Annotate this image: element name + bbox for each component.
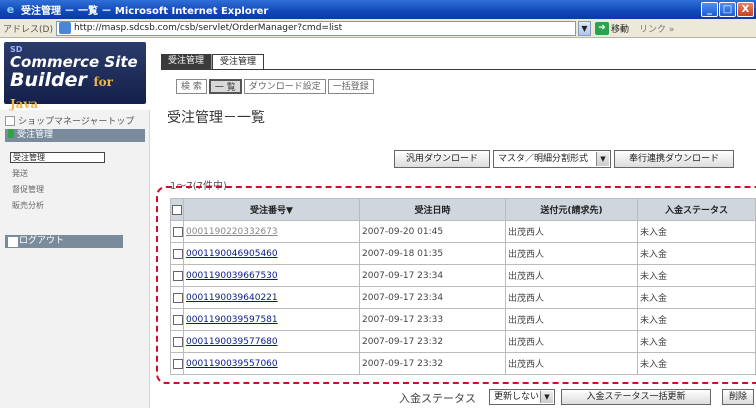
- go-arrow-icon: ➜: [594, 21, 609, 35]
- window-title: 受注管理 － 一覧 － Microsoft Internet Explorer: [21, 6, 269, 17]
- address-bar: アドレス(D) http://masp.sdcsb.com/csb/servle…: [0, 19, 756, 38]
- minimize-button[interactable]: _: [701, 2, 718, 17]
- delete-button[interactable]: 削除: [722, 389, 754, 405]
- format-select-value: マスタ／明細分割形式: [498, 154, 589, 164]
- links-label[interactable]: リンク »: [639, 22, 674, 35]
- highlight-dashed-frame: [156, 186, 756, 384]
- sidebar-item-shipping[interactable]: 発送: [12, 168, 28, 179]
- go-label: 移動: [610, 24, 629, 35]
- sub-menu: 検 索 一 覧 ダウンロード設定 一括登録: [176, 79, 374, 94]
- sidebar-item-reminder[interactable]: 督促管理: [12, 184, 44, 195]
- bugyo-download-button[interactable]: 奉行連携ダウンロード: [614, 150, 734, 168]
- download-settings-button[interactable]: ダウンロード設定: [243, 79, 326, 94]
- tab-divider: [161, 69, 756, 70]
- format-select[interactable]: マスタ／明細分割形式 ▼: [493, 150, 611, 168]
- go-button[interactable]: ➜ 移動: [594, 21, 629, 35]
- address-dropdown-button[interactable]: ▼: [577, 20, 591, 36]
- logo: SD Commerce Site Builder for Java: [0, 38, 150, 111]
- payment-status-label: 入金ステータス: [399, 392, 476, 405]
- sidebar-item-order-management[interactable]: 受注管理: [10, 152, 105, 163]
- ie-icon: e: [6, 3, 15, 16]
- logo-line1: Commerce Site: [10, 53, 138, 71]
- address-label: アドレス(D): [3, 24, 53, 35]
- chevron-down-icon: ▼: [596, 152, 609, 166]
- tab-order-management[interactable]: 受注管理: [161, 54, 213, 69]
- tab-bar: 受注管理 受注管理: [161, 54, 265, 69]
- page-icon: [58, 22, 71, 34]
- sidebar-section-order-management[interactable]: 受注管理: [5, 129, 145, 142]
- list-button[interactable]: 一 覧: [208, 79, 242, 94]
- chevron-down-icon: ▼: [540, 391, 553, 403]
- address-input[interactable]: http://masp.sdcsb.com/csb/servlet/OrderM…: [55, 20, 576, 36]
- payment-status-select-value: 更新しない: [494, 392, 540, 402]
- bulk-update-button[interactable]: 入金ステータス一括更新: [561, 389, 711, 405]
- page-title: 受注管理－一覧: [167, 110, 265, 126]
- sidebar-item-shop-manager-top[interactable]: ショップマネージャートップ: [5, 114, 134, 127]
- general-download-button[interactable]: 汎用ダウンロード: [394, 150, 490, 168]
- home-icon: [5, 115, 15, 126]
- search-button[interactable]: 検 索: [176, 79, 207, 94]
- window-controls: _ □ X: [701, 2, 754, 17]
- maximize-button[interactable]: □: [719, 2, 736, 17]
- payment-status-select[interactable]: 更新しない ▼: [489, 389, 555, 405]
- logo-line2: Builder for Java: [10, 69, 114, 111]
- close-button[interactable]: X: [737, 2, 754, 17]
- window-titlebar: e 受注管理 － 一覧 － Microsoft Internet Explore…: [0, 0, 756, 19]
- bulk-register-button[interactable]: 一括登録: [327, 79, 374, 94]
- sidebar: SD Commerce Site Builder for Java ショップマネ…: [0, 38, 150, 408]
- sidebar-item-sales-analysis[interactable]: 販売分析: [12, 200, 44, 211]
- address-url: http://masp.sdcsb.com/csb/servlet/OrderM…: [73, 23, 343, 33]
- tab-order-management-active[interactable]: 受注管理: [212, 54, 265, 69]
- logout-button[interactable]: ログアウト: [5, 235, 123, 248]
